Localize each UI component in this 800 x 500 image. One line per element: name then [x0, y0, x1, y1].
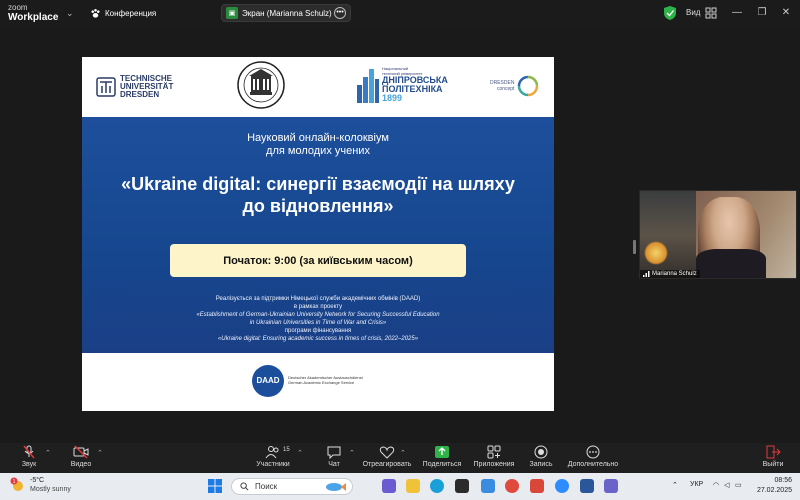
edge-browser-icon[interactable] [430, 479, 444, 493]
more-icon[interactable]: ••• [334, 7, 346, 19]
shared-screen: TECHNISCHE UNIVERSITÄT DRESDEN Національ… [82, 57, 554, 411]
tray-chevron-icon[interactable]: ⌃ [672, 481, 678, 489]
apps-icon [487, 445, 501, 459]
resize-handle[interactable] [633, 240, 636, 254]
audio-options-caret-icon[interactable]: ⌃ [45, 449, 51, 457]
file-explorer-icon[interactable] [406, 479, 420, 493]
zoom-taskbar-icon[interactable] [555, 479, 569, 493]
conference-menu[interactable]: Конференция [90, 8, 156, 19]
dresden-concept-icon [518, 75, 539, 97]
participants-icon [265, 446, 279, 459]
shield-icon[interactable] [664, 6, 676, 20]
clock[interactable]: 08:56 27.02.2025 [746, 476, 792, 496]
weather-desc: Mostly sunny [30, 486, 71, 493]
windows-start-icon[interactable] [208, 479, 222, 493]
dnipro-polytechnic-icon [357, 69, 379, 103]
slide-footer: DAAD Deutscher Akademischer Austauschdie… [82, 353, 554, 411]
tu-dresden-logo: TECHNISCHE UNIVERSITÄT DRESDEN [96, 75, 173, 99]
background-shelf [640, 191, 696, 278]
language-indicator[interactable]: УКР [690, 481, 703, 488]
mail-icon[interactable] [481, 479, 495, 493]
chevron-down-icon[interactable]: ⌄ [66, 8, 74, 19]
slide-logos: TECHNISCHE UNIVERSITÄT DRESDEN Національ… [82, 57, 554, 117]
signal-icon [643, 271, 650, 277]
zoom-window: zoom Workplace ⌄ Конференция ▣ Экран (Ma… [0, 0, 800, 500]
funding-note: Реалізується за підтримки Німецької служ… [196, 296, 440, 342]
onenote-icon[interactable] [604, 479, 618, 493]
top-bar: zoom Workplace ⌄ Конференция ▣ Экран (Ma… [0, 0, 800, 27]
more-options-icon [586, 445, 600, 459]
dresden-concept-logo: DRESDEN concept [490, 74, 540, 98]
video-button[interactable]: Видео [70, 445, 92, 468]
conference-label: Конференция [105, 9, 157, 18]
participants-count: 15 [283, 447, 290, 453]
paw-icon [91, 9, 100, 18]
taskbar-app-icon[interactable] [382, 479, 396, 493]
participant-name-tag: Marianna Schulz [640, 270, 700, 278]
weather-sun-icon: 1 [10, 477, 26, 493]
more-button[interactable]: Дополнительно [567, 445, 619, 468]
dnipro-polytechnic-logo: Національний технічний університет ДНІПР… [357, 65, 448, 103]
view-menu-label[interactable]: Вид [686, 8, 700, 17]
participant-video[interactable]: Marianna Schulz [639, 190, 797, 279]
record-button[interactable]: Запись [528, 445, 554, 468]
word-icon[interactable] [580, 479, 594, 493]
colloquium-subtitle: Науковий онлайн-колоквіум для молодих уч… [247, 132, 389, 157]
leave-icon [766, 445, 781, 459]
chat-icon [327, 446, 341, 459]
chat-button[interactable]: Чат [325, 445, 343, 468]
share-screen-icon [435, 446, 449, 458]
participants-caret-icon[interactable]: ⌃ [297, 449, 303, 457]
university-seal-icon [237, 61, 285, 109]
meeting-toolbar: Звук ⌃ Видео ⌃ Участники 15 ⌃ Чат ⌃ Отре… [0, 443, 800, 473]
volume-icon[interactable]: ◁ [724, 481, 729, 489]
grid-view-icon[interactable] [705, 7, 717, 19]
chrome-icon[interactable] [505, 479, 519, 493]
taskbar-search[interactable]: Поиск [231, 478, 353, 495]
wifi-icon[interactable]: ◠ [713, 481, 719, 489]
search-highlight-icon [326, 483, 346, 491]
weather-badge: 1 [13, 479, 16, 485]
close-icon[interactable]: ✕ [779, 6, 793, 20]
mic-muted-icon [23, 445, 35, 459]
slide-content: Науковий онлайн-колоквіум для молодих уч… [82, 117, 554, 353]
start-time-box: Початок: 9:00 (за київським часом) [170, 244, 466, 277]
daad-caption: Deutscher Akademischer Austauschdienst G… [288, 375, 363, 385]
audio-button[interactable]: Звук [18, 445, 40, 468]
daad-logo: DAAD [252, 365, 284, 397]
store-icon[interactable] [455, 479, 469, 493]
apps-button[interactable]: Приложения [472, 445, 516, 468]
camera-off-icon [73, 445, 89, 459]
event-title: «Ukraine digital: синергії взаємодії на … [121, 174, 515, 216]
weather-widget[interactable]: 1 -5°C Mostly sunny [10, 476, 71, 494]
flower-decoration [644, 241, 668, 265]
react-caret-icon[interactable]: ⌃ [400, 449, 406, 457]
minimize-icon[interactable]: — [730, 6, 744, 20]
weather-temp: -5°C [30, 477, 45, 484]
screen-share-indicator[interactable]: ▣ Экран (Marianna Schulz) ••• [221, 4, 351, 22]
share-button[interactable]: Поделиться [421, 445, 463, 468]
heart-icon [379, 446, 395, 459]
tu-dresden-icon [96, 77, 116, 97]
participant-clothing [696, 249, 766, 278]
teams-icon[interactable] [530, 479, 544, 493]
screen-share-icon: ▣ [226, 7, 238, 19]
search-icon [240, 482, 249, 491]
leave-button[interactable]: Выйти [762, 445, 784, 468]
windows-taskbar: 1 -5°C Mostly sunny Поиск ⌃ УКР ◠ ◁ ▭ 08… [0, 473, 800, 500]
battery-icon[interactable]: ▭ [735, 481, 742, 489]
zoom-logo: zoom Workplace [8, 3, 59, 23]
record-icon [534, 445, 548, 459]
video-options-caret-icon[interactable]: ⌃ [97, 449, 103, 457]
restore-icon[interactable]: ❐ [755, 6, 769, 20]
screen-share-label: Экран (Marianna Schulz) [242, 8, 332, 18]
chat-caret-icon[interactable]: ⌃ [349, 449, 355, 457]
